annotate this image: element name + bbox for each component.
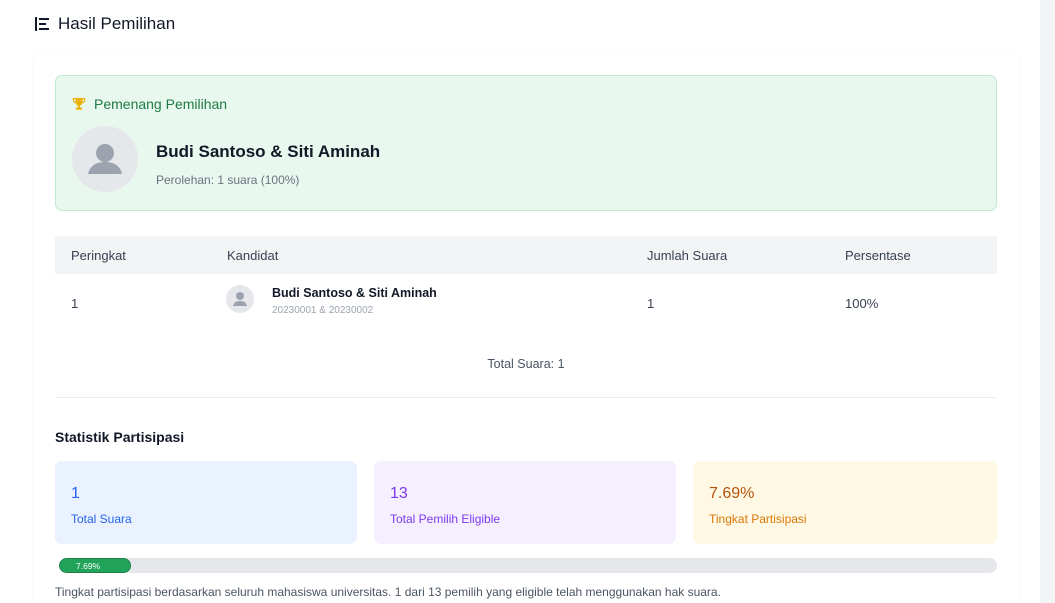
winner-name: Budi Santoso & Siti Aminah	[156, 142, 381, 161]
column-header-rank: Peringkat	[71, 248, 126, 263]
participation-progress-fill: 7.69%	[59, 558, 132, 573]
results-table-header: Peringkat Kandidat Jumlah Suara Persenta…	[55, 236, 997, 274]
divider	[55, 397, 997, 398]
participation-progress-bar: 7.69%	[59, 558, 997, 573]
stat-participation-label: Tingkat Partisipasi	[709, 512, 807, 526]
stat-eligible-voters: 13 Total Pemilih Eligible	[374, 461, 676, 544]
table-row: 1 Budi Santoso & Siti Aminah 20230001 & …	[55, 274, 997, 334]
stats-title: Statistik Partisipasi	[55, 429, 185, 445]
stat-participation-rate: 7.69% Tingkat Partisipasi	[693, 461, 997, 544]
candidate-avatar	[226, 285, 254, 313]
winner-avatar	[72, 126, 138, 192]
page-scrollbar[interactable]	[1040, 0, 1055, 603]
winner-panel: Pemenang Pemilihan Budi Santoso & Siti A…	[55, 75, 997, 211]
stat-total-votes-label: Total Suara	[71, 512, 132, 526]
column-header-votes: Jumlah Suara	[647, 248, 728, 263]
stat-total-votes: 1 Total Suara	[55, 461, 357, 544]
winner-heading-text: Pemenang Pemilihan	[94, 96, 228, 112]
participation-footnote: Tingkat partisipasi berdasarkan seluruh …	[55, 585, 721, 599]
column-header-percent: Persentase	[845, 248, 911, 263]
page-title: Hasil Pemilihan	[34, 14, 175, 34]
winner-heading: Pemenang Pemilihan	[72, 96, 227, 112]
trophy-icon	[72, 97, 86, 110]
page-title-text: Hasil Pemilihan	[58, 14, 176, 33]
participation-progress-label: 7.69%	[76, 561, 101, 571]
row-percent: 100%	[845, 296, 879, 311]
stat-participation-value: 7.69%	[709, 485, 755, 502]
total-votes-text: Total Suara: 1	[487, 357, 565, 371]
stat-total-votes-value: 1	[71, 485, 80, 502]
stat-eligible-label: Total Pemilih Eligible	[390, 512, 501, 526]
column-header-candidate: Kandidat	[227, 248, 279, 263]
bar-list-icon	[35, 17, 49, 31]
stat-eligible-value: 13	[390, 485, 408, 502]
winner-votes: Perolehan: 1 suara (100%)	[156, 173, 300, 187]
candidate-name: Budi Santoso & Siti Aminah	[272, 286, 437, 300]
user-placeholder-icon	[233, 292, 247, 306]
row-votes: 1	[647, 296, 655, 311]
user-placeholder-icon	[88, 144, 122, 174]
row-rank: 1	[71, 296, 79, 311]
candidate-ids: 20230001 & 20230002	[272, 305, 374, 316]
